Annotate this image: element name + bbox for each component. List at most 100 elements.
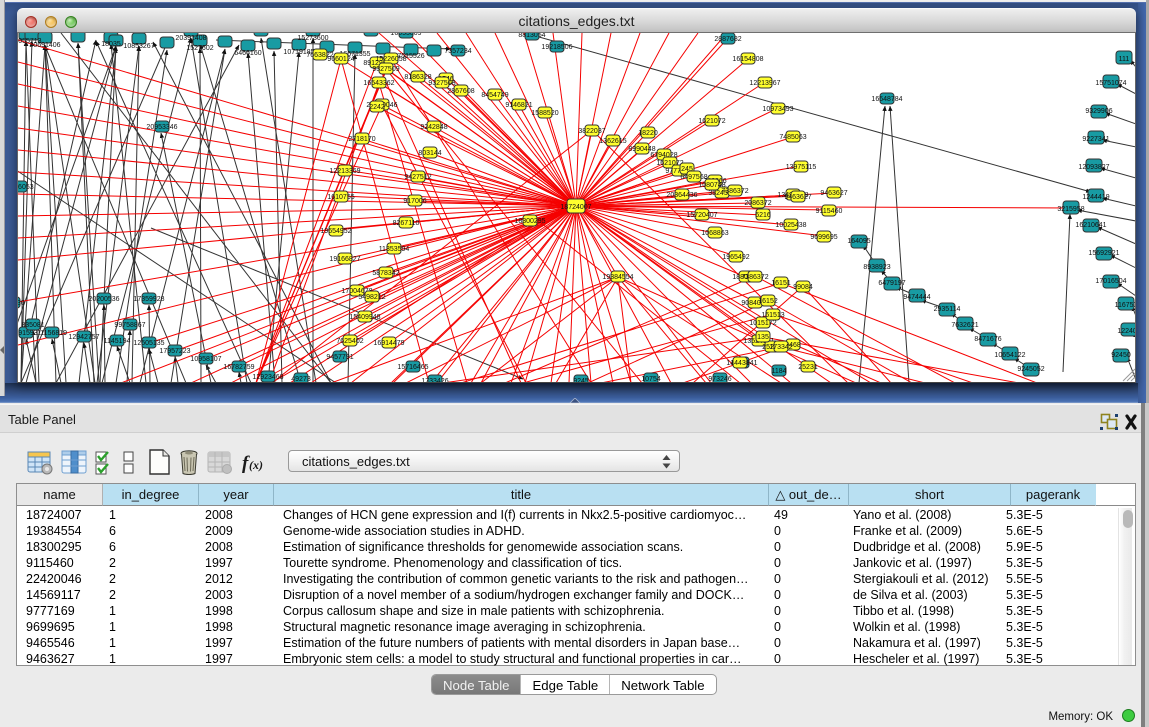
svg-text:9474444: 9474444: [903, 294, 930, 301]
svg-text:2935114: 2935114: [934, 306, 961, 313]
svg-text:18724007: 18724007: [560, 204, 591, 211]
svg-text:1145194: 1145194: [104, 338, 131, 345]
svg-text:20391408: 20391408: [175, 35, 206, 42]
svg-text:391593: 391593: [18, 330, 38, 337]
svg-text:18220: 18220: [638, 130, 658, 137]
svg-text:9115460: 9115460: [816, 208, 843, 215]
svg-text:18300295: 18300295: [514, 218, 545, 225]
svg-text:15716465: 15716465: [397, 364, 428, 371]
svg-text:(x): (x): [249, 458, 263, 472]
svg-text:10025438: 10025438: [775, 222, 806, 229]
svg-text:917006: 917006: [403, 198, 426, 205]
svg-text:973246: 973246: [708, 376, 731, 383]
svg-text:5878342: 5878342: [372, 270, 399, 277]
svg-text:9427512: 9427512: [404, 174, 431, 181]
svg-text:17016504: 17016504: [1095, 278, 1126, 285]
svg-text:2867608: 2867608: [447, 88, 474, 95]
svg-text:15720407: 15720407: [686, 212, 717, 219]
svg-text:9327503: 9327503: [428, 80, 455, 87]
svg-text:16782759: 16782759: [223, 364, 254, 371]
svg-text:16543362: 16543362: [363, 80, 394, 87]
svg-text:2086372: 2086372: [744, 200, 771, 207]
svg-text:92450: 92450: [1111, 352, 1131, 359]
svg-text:161513: 161513: [761, 312, 784, 319]
svg-text:8454749: 8454749: [481, 92, 508, 99]
svg-text:6479197: 6479197: [878, 280, 905, 287]
svg-text:99758867: 99758867: [114, 322, 145, 329]
svg-text:7386372: 7386372: [741, 274, 768, 281]
svg-text:135: 135: [757, 334, 769, 341]
svg-text:122403: 122403: [1117, 328, 1136, 335]
svg-text:16053809: 16053809: [390, 33, 421, 37]
svg-text:10973493: 10973493: [762, 106, 793, 113]
svg-text:16648784: 16648784: [871, 96, 902, 103]
svg-text:99084: 99084: [793, 284, 813, 291]
svg-text:835081: 835081: [21, 322, 44, 329]
svg-text:11156819: 11156819: [37, 330, 67, 337]
svg-text:15692921: 15692921: [1088, 250, 1119, 257]
svg-text:2242: 2242: [369, 104, 385, 111]
svg-text:164095: 164095: [847, 238, 870, 245]
svg-text:10958107: 10958107: [190, 356, 221, 363]
svg-text:1588520: 1588520: [531, 110, 558, 117]
svg-text:15409948: 15409948: [349, 314, 380, 321]
svg-text:11353594: 11353594: [379, 246, 410, 253]
svg-text:19384554: 19384554: [602, 274, 633, 281]
svg-text:9327509: 9327509: [372, 66, 399, 73]
svg-text:803144: 803144: [418, 150, 441, 157]
svg-text:1527602: 1527602: [186, 45, 213, 52]
svg-text:12505135: 12505135: [133, 340, 164, 347]
svg-text:9329906: 9329906: [1085, 108, 1112, 115]
svg-text:12213369: 12213369: [329, 168, 360, 175]
svg-text:20691406: 20691406: [29, 42, 60, 49]
svg-text:1184: 1184: [771, 368, 786, 375]
svg-text:14438: 14438: [730, 360, 750, 367]
svg-text:7632621: 7632621: [951, 322, 978, 329]
svg-text:111: 111: [1119, 56, 1130, 63]
svg-text:19218506: 19218506: [541, 44, 572, 51]
svg-text:2626053: 2626053: [18, 184, 34, 191]
svg-text:9245052: 9245052: [1017, 366, 1044, 373]
svg-text:16152: 16152: [758, 298, 778, 305]
svg-text:9463627: 9463627: [820, 190, 847, 197]
svg-text:12093827: 12093827: [1078, 164, 1109, 171]
svg-text:13975115: 13975115: [786, 164, 817, 171]
svg-text:8938923: 8938923: [863, 264, 890, 271]
svg-text:17359928: 17359928: [133, 296, 164, 303]
svg-text:17957223: 17957223: [159, 348, 190, 355]
svg-text:116753: 116753: [1115, 302, 1136, 309]
svg-text:9227341: 9227341: [1082, 136, 1109, 143]
svg-text:143530: 143530: [18, 300, 25, 307]
svg-text:15751074: 15751074: [1095, 80, 1126, 87]
svg-text:20200536: 20200536: [88, 296, 119, 303]
svg-text:9463627: 9463627: [784, 194, 811, 201]
svg-text:1244419: 1244419: [1082, 194, 1109, 201]
svg-text:16154808: 16154808: [732, 56, 763, 63]
svg-text:1015172: 1015172: [749, 320, 776, 327]
svg-text:1362615: 1362615: [599, 138, 626, 145]
svg-text:20364436: 20364436: [666, 192, 697, 199]
svg-text:2887682: 2887682: [714, 36, 741, 43]
svg-text:7386372: 7386372: [721, 188, 748, 195]
svg-text:25231: 25231: [798, 364, 818, 371]
svg-text:16210641: 16210641: [1075, 222, 1106, 229]
svg-text:18035: 18035: [101, 41, 121, 48]
svg-text:1965492: 1965492: [722, 254, 749, 261]
svg-text:1733426: 1733426: [421, 378, 448, 383]
svg-text:10853267: 10853267: [123, 43, 154, 50]
svg-text:12213967: 12213967: [749, 80, 780, 87]
svg-text:5498212: 5498212: [358, 294, 385, 301]
svg-text:173342: 173342: [769, 344, 792, 351]
svg-text:9242848: 9242848: [420, 124, 447, 131]
svg-text:9660124: 9660124: [327, 56, 354, 63]
svg-text:20953346: 20953346: [146, 124, 177, 131]
svg-text:9457791: 9457791: [326, 354, 353, 361]
svg-text:9699695: 9699695: [810, 234, 837, 241]
svg-text:3215958: 3215958: [1057, 206, 1084, 213]
svg-text:1068863: 1068863: [701, 230, 728, 237]
svg-text:9245: 9245: [573, 378, 589, 383]
svg-text:12942757: 12942757: [68, 334, 99, 341]
svg-text:15273600: 15273600: [297, 35, 328, 42]
svg-text:19166827: 19166827: [329, 256, 360, 263]
svg-text:8267110: 8267110: [393, 220, 420, 227]
